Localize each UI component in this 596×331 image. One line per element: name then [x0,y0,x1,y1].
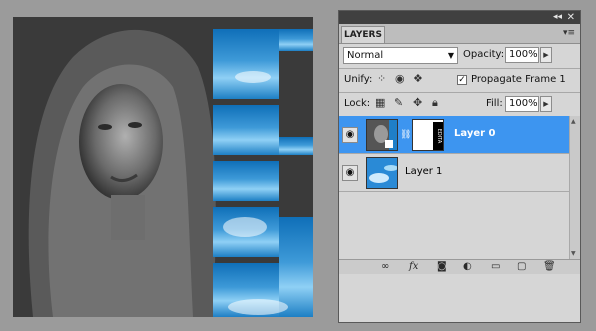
layer-row-layer-0[interactable]: ◉ ⛓ EDITA Layer 0 [339,116,569,154]
unify-visibility-icon[interactable]: ◉ [395,72,405,86]
blend-mode-select[interactable]: Normal ▼ [343,47,458,64]
collapse-icon[interactable]: ◂◂ [553,12,562,23]
layer-name[interactable]: Layer 0 [454,128,495,139]
lock-transparency-icon[interactable]: ▦ [375,96,385,110]
tab-layers[interactable]: LAYERS [341,26,385,43]
lock-label: Lock: [344,98,371,109]
layer-mask-thumbnail[interactable]: EDITA [412,119,444,151]
opacity-label: Opacity: [463,49,505,60]
face-shape [79,84,163,200]
layers-list: ◉ ⛓ EDITA Layer 0 ◉ Layer 1 ▲ ▼ [339,116,580,259]
fill-label: Fill: [486,98,503,109]
unify-row: Unify: ⁘ ◉ ❖ ✓ Propagate Frame 1 [339,69,580,91]
folder-icon[interactable]: ▭ [491,260,500,274]
svg-text:EDITA: EDITA [436,129,442,144]
fx-icon[interactable]: fx [409,260,418,274]
lock-row: Lock: ▦ ✎ ✥ 🔒︎ Fill: 100% ▶ [339,93,580,115]
lock-all-icon[interactable]: 🔒︎ [432,96,438,110]
chain-link-icon[interactable]: ⛓ [400,128,411,142]
blend-row: Normal ▼ Opacity: 100% ▶ [339,44,580,67]
opacity-stepper-icon[interactable]: ▶ [540,47,552,63]
edita-letters [213,29,313,317]
adjustment-icon[interactable]: ◐ [463,260,472,274]
trash-icon[interactable]: 🗑︎ [543,260,556,274]
layers-scrollbar[interactable]: ▲ ▼ [569,116,580,259]
link-icon[interactable]: ∞ [381,260,389,274]
layer-name[interactable]: Layer 1 [405,166,442,177]
scroll-up-icon[interactable]: ▲ [571,118,576,125]
panel-menu-icon[interactable]: ▾≡ [563,28,575,38]
propagate-checkbox[interactable]: ✓ [457,75,467,85]
lock-position-icon[interactable]: ✥ [413,96,422,110]
eye-icon[interactable]: ◉ [342,165,358,181]
unify-position-icon[interactable]: ⁘ [377,72,386,86]
mask-icon[interactable]: ◙ [437,260,447,274]
scroll-down-icon[interactable]: ▼ [571,250,576,257]
panel-footer: ∞ fx ◙ ◐ ▭ ▢ 🗑︎ [339,259,580,274]
unify-style-icon[interactable]: ❖ [413,72,423,86]
chevron-down-icon: ▼ [447,51,454,60]
fill-input[interactable]: 100% [505,96,539,112]
layer-row-layer-1[interactable]: ◉ Layer 1 [339,154,569,192]
fill-stepper-icon[interactable]: ▶ [540,96,552,112]
propagate-label: Propagate Frame 1 [471,74,566,85]
eye-icon[interactable]: ◉ [342,127,358,143]
lock-pixels-icon[interactable]: ✎ [394,96,403,110]
canvas-image [13,17,313,317]
layers-panel: ◂◂ ✕ LAYERS ▾≡ Normal ▼ Opacity: 100% ▶ … [338,10,581,323]
new-layer-icon[interactable]: ▢ [517,260,526,274]
panel-title-bar: ◂◂ ✕ [339,11,580,24]
document-canvas[interactable] [13,17,313,317]
opacity-input[interactable]: 100% [505,47,539,63]
panel-tab-row: LAYERS ▾≡ [339,24,580,44]
unify-label: Unify: [344,74,373,85]
close-icon[interactable]: ✕ [567,12,575,23]
layer-thumbnail [366,119,398,151]
layer-thumbnail [366,157,398,189]
blend-mode-value: Normal [347,50,384,61]
